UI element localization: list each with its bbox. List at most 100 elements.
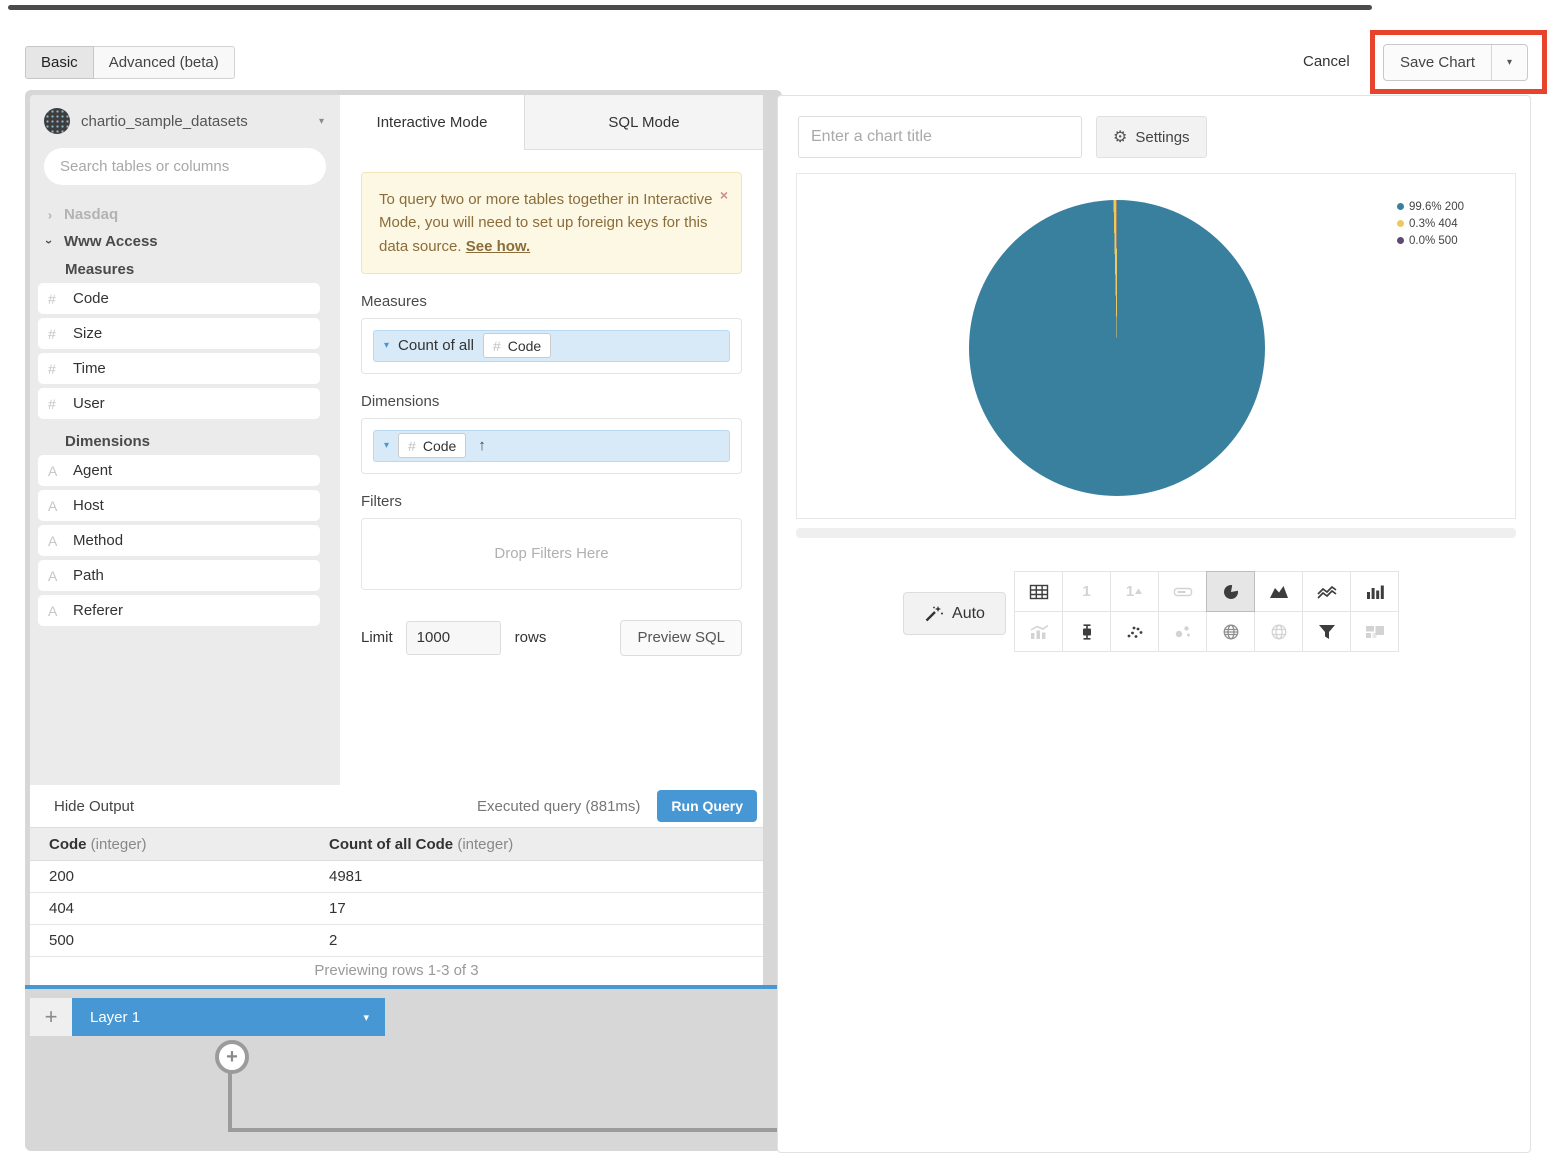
chart-title-input[interactable] (798, 116, 1082, 158)
legend-item-500[interactable]: 0.0% 500 (1397, 232, 1464, 249)
close-icon[interactable]: × (720, 185, 728, 207)
pie-chart[interactable] (969, 200, 1265, 496)
save-chart-button[interactable]: Save Chart (1384, 45, 1491, 80)
number-type-icon: # (48, 326, 65, 342)
chevron-down-icon[interactable]: ▾ (384, 440, 389, 451)
number-type-icon: # (493, 338, 501, 354)
tab-interactive-mode[interactable]: Interactive Mode (340, 95, 525, 150)
text-type-icon: A (48, 463, 65, 479)
measure-pill[interactable]: ▾ Count of all # Code (373, 330, 730, 362)
connector-line-horizontal (228, 1128, 782, 1132)
legend-item-200[interactable]: 99.6% 200 (1397, 198, 1464, 215)
number-type-icon: # (48, 361, 65, 377)
notice-text: To query two or more tables together in … (379, 191, 713, 255)
measure-field-user[interactable]: # User (38, 388, 320, 419)
dimension-field-referer[interactable]: A Referer (38, 595, 320, 626)
chart-type-pie-icon[interactable] (1206, 571, 1255, 612)
cancel-button[interactable]: Cancel (1303, 53, 1350, 70)
number-type-icon: # (48, 291, 65, 307)
gear-icon: ⚙ (1113, 127, 1127, 147)
auto-chart-type-button[interactable]: Auto (903, 592, 1006, 635)
search-input[interactable] (44, 148, 326, 185)
dimensions-drop-zone[interactable]: ▾ # Code ↑ (361, 418, 742, 474)
chart-type-grid: 1 1 (1015, 572, 1399, 652)
dimension-field-agent[interactable]: A Agent (38, 455, 320, 486)
column-header-count: Count of all Code (integer) (310, 828, 763, 861)
tab-sql-mode[interactable]: SQL Mode (525, 95, 763, 149)
layer-section-divider (25, 985, 782, 989)
dimension-field-path[interactable]: A Path (38, 560, 320, 591)
chevron-right-icon: › (48, 207, 63, 221)
measure-field-size[interactable]: # Size (38, 318, 320, 349)
dimension-field-chip[interactable]: # Code (398, 433, 466, 458)
chart-type-box-plot-icon[interactable] (1062, 611, 1111, 652)
limit-input[interactable] (406, 621, 501, 655)
settings-button[interactable]: ⚙ Settings (1096, 116, 1207, 158)
tab-advanced[interactable]: Advanced (beta) (94, 46, 235, 79)
legend-dot (1397, 220, 1404, 227)
table-row: 40417 (30, 893, 763, 925)
measure-field-code[interactable]: # Code (38, 283, 320, 314)
chevron-down-icon: ▾ (319, 116, 324, 127)
aggregation-label[interactable]: Count of all (398, 337, 474, 354)
dataset-logo-icon (44, 108, 70, 134)
chart-type-line-icon[interactable] (1302, 571, 1351, 612)
tab-basic[interactable]: Basic (25, 46, 94, 79)
legend-item-404[interactable]: 0.3% 404 (1397, 215, 1464, 232)
layer-1-tab[interactable]: Layer 1 ▾ (72, 998, 385, 1036)
chart-legend: 99.6% 200 0.3% 404 0.0% 500 (1397, 198, 1464, 249)
number-type-icon: # (48, 396, 65, 412)
chart-type-single-value-icon[interactable]: 1 (1062, 571, 1111, 612)
sort-ascending-icon[interactable]: ↑ (478, 437, 486, 454)
chart-type-gauge-icon[interactable] (1158, 571, 1207, 612)
measure-field-time[interactable]: # Time (38, 353, 320, 384)
chevron-down-icon: ▾ (363, 1011, 369, 1024)
table-www-access[interactable]: › Www Access (30, 228, 340, 255)
text-type-icon: A (48, 603, 65, 619)
preview-sql-button[interactable]: Preview SQL (620, 620, 742, 656)
dimensions-group-label: Dimensions (30, 433, 340, 450)
chart-type-map-alt-icon[interactable] (1254, 611, 1303, 652)
magic-wand-icon (924, 605, 944, 623)
text-type-icon: A (48, 568, 65, 584)
see-how-link[interactable]: See how. (466, 235, 530, 258)
measures-label: Measures (361, 293, 742, 310)
dimension-field-method[interactable]: A Method (38, 525, 320, 556)
save-chart-caret-icon[interactable]: ▾ (1491, 45, 1527, 80)
chart-type-heatmap-icon[interactable] (1350, 611, 1399, 652)
chart-type-bubble-icon[interactable] (1158, 611, 1207, 652)
measures-drop-zone[interactable]: ▾ Count of all # Code (361, 318, 742, 374)
chart-preview-panel: ⚙ Settings 99.6% 200 0.3% 404 0.0% 500 (777, 95, 1531, 1153)
schema-tree: › Nasdaq › Www Access Measures # Code # … (30, 201, 340, 626)
legend-dot (1397, 237, 1404, 244)
editor-mode-tabs: Basic Advanced (beta) (25, 46, 235, 79)
chart-type-scatter-icon[interactable] (1110, 611, 1159, 652)
hide-output-link[interactable]: Hide Output (54, 798, 134, 815)
filters-label: Filters (361, 493, 742, 510)
preview-rows-status: Previewing rows 1-3 of 3 (30, 957, 763, 979)
text-type-icon: A (48, 533, 65, 549)
dataset-selector[interactable]: chartio_sample_datasets ▾ (30, 95, 340, 140)
table-nasdaq[interactable]: › Nasdaq (30, 201, 340, 228)
horizontal-scrollbar[interactable] (796, 528, 1516, 538)
chart-type-map-icon[interactable] (1206, 611, 1255, 652)
limit-label: Limit (361, 629, 393, 646)
dimension-pill[interactable]: ▾ # Code ↑ (373, 430, 730, 462)
add-node-button[interactable]: + (215, 1040, 249, 1074)
layer-name: Layer 1 (90, 1009, 140, 1026)
chart-type-table-icon[interactable] (1014, 571, 1063, 612)
filters-drop-zone[interactable]: Drop Filters Here (361, 518, 742, 590)
chart-type-combo-icon[interactable] (1014, 611, 1063, 652)
chart-type-area-icon[interactable] (1254, 571, 1303, 612)
chart-type-funnel-icon[interactable] (1302, 611, 1351, 652)
measure-field-chip[interactable]: # Code (483, 333, 551, 358)
layer-bar: + Layer 1 ▾ (30, 998, 385, 1036)
chart-type-single-value-trend-icon[interactable]: 1 (1110, 571, 1159, 612)
add-layer-button[interactable]: + (30, 998, 72, 1036)
chart-type-bar-icon[interactable] (1350, 571, 1399, 612)
text-type-icon: A (48, 498, 65, 514)
run-query-button[interactable]: Run Query (657, 790, 757, 822)
chevron-down-icon[interactable]: ▾ (384, 340, 389, 351)
result-table: Code (integer) Count of all Code (intege… (30, 827, 763, 957)
dimension-field-host[interactable]: A Host (38, 490, 320, 521)
